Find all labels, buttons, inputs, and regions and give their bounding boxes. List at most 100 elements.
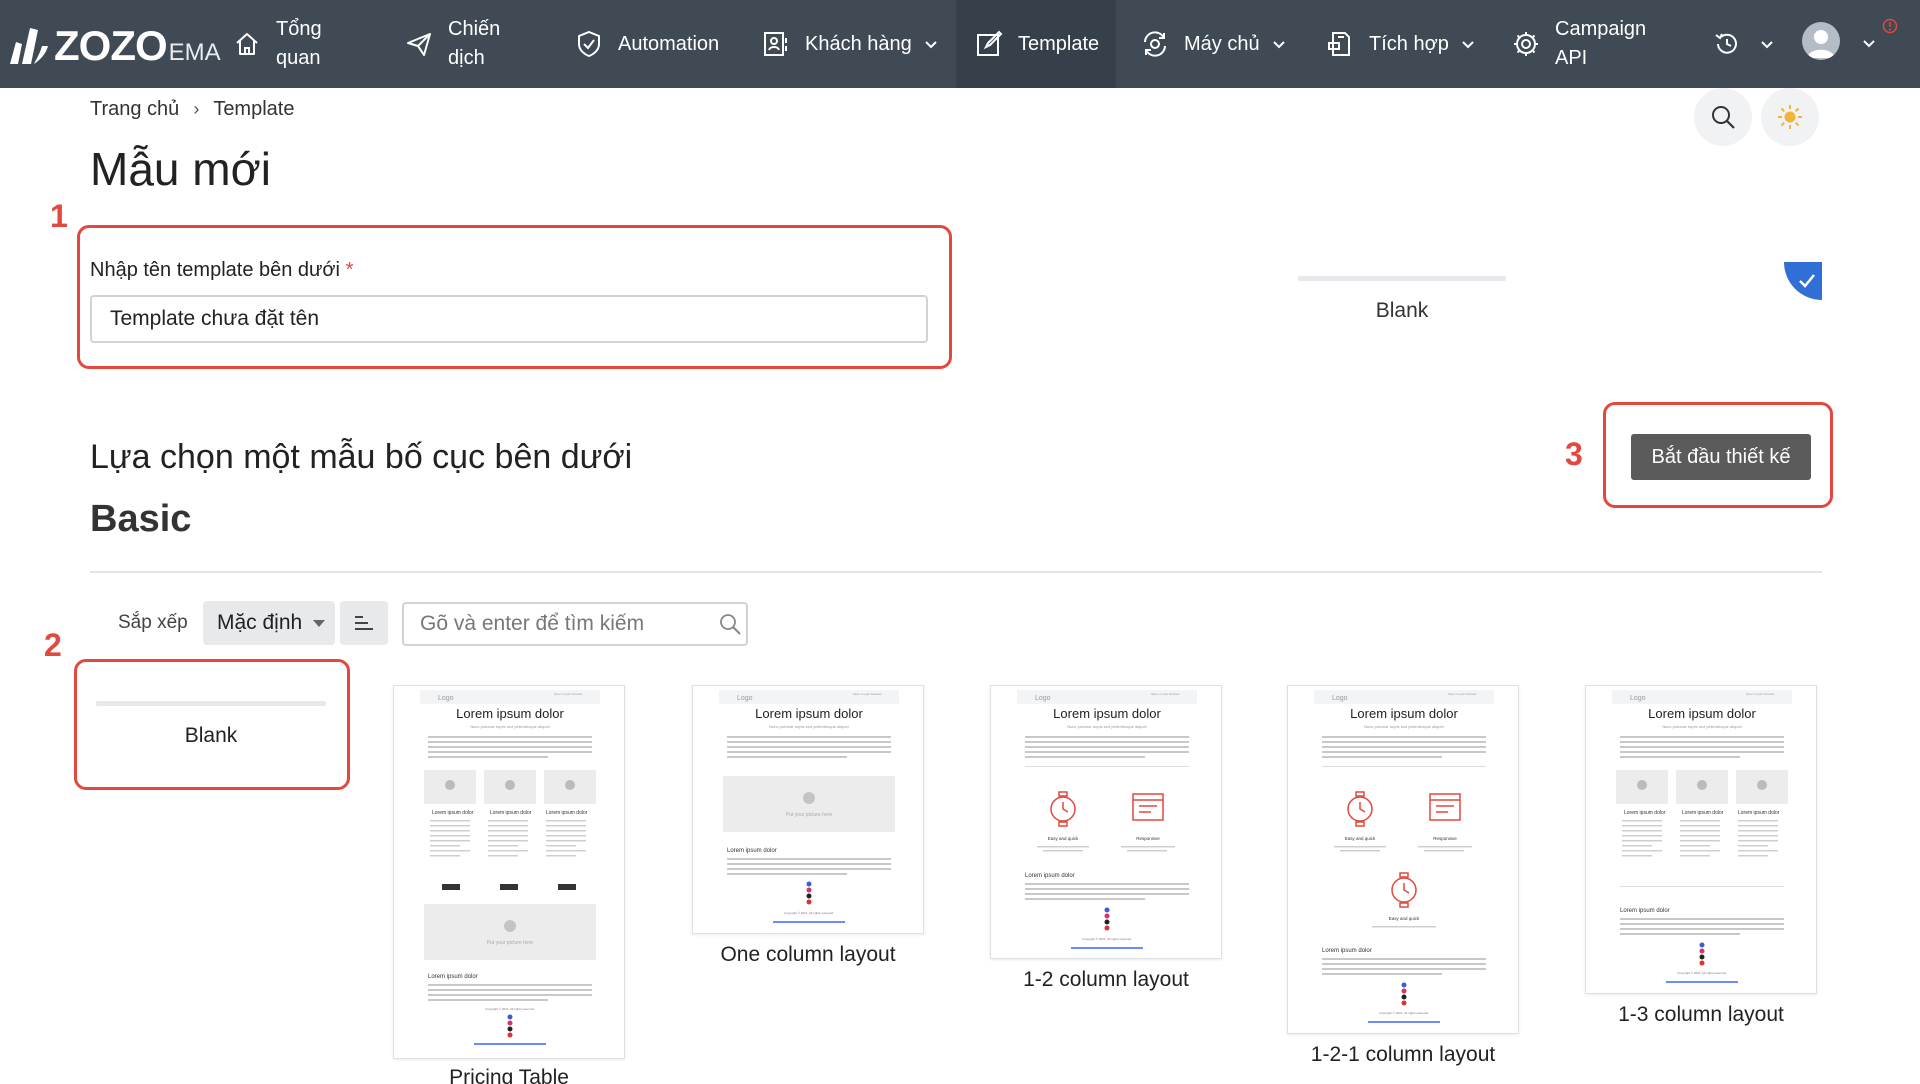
one-column-thumbnail: Logo Open in your browser Lorem ipsum do…: [719, 690, 899, 923]
breadcrumb-home-link[interactable]: Trang chủ: [90, 98, 179, 121]
thumb-copyright: Copyright © 2021, All rights reserved.: [1677, 971, 1727, 975]
blank-template-label[interactable]: Blank: [80, 724, 342, 748]
search-button[interactable]: [1694, 88, 1752, 146]
template-label-one-column[interactable]: One column layout: [692, 943, 924, 967]
nav-label: Chiến dịch: [448, 18, 501, 69]
logo-text: ZOZO: [54, 22, 168, 69]
thumb-easy-text: Easy and quick: [1389, 916, 1420, 921]
nav-item-overview[interactable]: Tổng quan: [232, 0, 322, 88]
thumb-col-title: Lorem ipsum dolor: [1738, 810, 1780, 816]
thumb-col-title: Lorem ipsum dolor: [1322, 948, 1372, 954]
template-card-1-2-column[interactable]: Logo Open in your browser Lorem ipsum do…: [990, 685, 1222, 959]
thumb-col-title: Lorem ipsum dolor: [1624, 810, 1666, 816]
user-icon: [1807, 30, 1835, 58]
template-card-one-column[interactable]: Logo Open in your browser Lorem ipsum do…: [692, 685, 924, 934]
nav-label: Automation: [618, 32, 720, 55]
logo-mark-icon: [10, 28, 48, 64]
sort-order-button[interactable]: [340, 601, 388, 645]
step-number-1: 1: [50, 198, 68, 234]
home-icon: [236, 33, 258, 55]
sort-select[interactable]: Mặc định: [203, 601, 335, 645]
notification-alert-icon[interactable]: [1882, 18, 1898, 34]
thumb-subheading: Nunc pulvinar turpis sed pellentesque al…: [1364, 724, 1444, 729]
nav-item-integrations[interactable]: Tích hợp: [1325, 0, 1475, 88]
thumb-col-title: Lorem ipsum dolor: [490, 810, 532, 816]
search-icon: [1712, 106, 1735, 129]
nav-label: Tích hợp: [1369, 32, 1449, 55]
nav-label: Tổng quan: [276, 18, 322, 69]
nav-item-campaigns[interactable]: Chiến dịch: [404, 0, 500, 88]
thumb-logo-text: Logo: [737, 695, 753, 702]
step-number-2: 2: [44, 627, 62, 663]
chevron-down-icon: [1272, 41, 1285, 49]
thumb-heading: Lorem ipsum dolor: [1350, 706, 1458, 721]
edit-icon: [977, 30, 1003, 56]
page-title: Mẫu mới: [90, 143, 271, 195]
thumb-easy-text: Easy and quick: [1048, 836, 1079, 841]
user-avatar[interactable]: [1802, 22, 1840, 60]
thumb-subheading: Nunc pulvinar turpis sed pellentesque al…: [1067, 724, 1147, 729]
nav-item-campaign-api[interactable]: Campaign API: [1511, 0, 1646, 88]
layout-section-title: Lựa chọn một mẫu bố cục bên dưới: [90, 438, 633, 476]
nav-item-servers[interactable]: Máy chủ: [1140, 0, 1286, 88]
template-card-pricing-table[interactable]: Logo Open in your browser Lorem ipsum do…: [393, 685, 625, 1059]
step-number-3: 3: [1565, 436, 1583, 472]
server-sync-icon: [1144, 31, 1166, 57]
sort-lines-icon: [355, 616, 373, 630]
sort-select-value: Mặc định: [217, 611, 303, 634]
category-title: Basic: [90, 498, 192, 540]
thumb-heading: Lorem ipsum dolor: [456, 706, 564, 721]
history-icon: [1715, 33, 1737, 54]
thumb-open-text: Open in your browser: [1448, 692, 1477, 696]
start-design-button[interactable]: Bắt đầu thiết kế: [1631, 434, 1811, 480]
template-name-label-text: Nhập tên template bên dưới: [90, 259, 340, 281]
template-label-1-2-column[interactable]: 1-2 column layout: [990, 968, 1222, 992]
thumb-picture-text: Put your picture here: [487, 940, 534, 946]
nav-label: Khách hàng: [805, 32, 912, 55]
contacts-icon: [764, 32, 787, 56]
breadcrumb: Trang chủ › Template: [90, 98, 294, 121]
thumb-col-title: Lorem ipsum dolor: [428, 974, 478, 980]
thumb-col-title: Lorem ipsum dolor: [1025, 873, 1075, 879]
template-name-input[interactable]: [90, 295, 928, 343]
thumb-copyright: Copyright © 2021, All rights reserved.: [1379, 1011, 1429, 1015]
nav-item-template[interactable]: Template: [956, 0, 1116, 88]
template-label-pricing-table[interactable]: Pricing Table: [393, 1066, 625, 1084]
history-menu[interactable]: [1712, 0, 1774, 88]
theme-toggle-button[interactable]: [1761, 88, 1819, 146]
template-search-input[interactable]: [402, 602, 748, 646]
pricing-table-thumbnail: Logo Open in your browser Lorem ipsum do…: [420, 690, 600, 1045]
thumb-easy-text: Easy and quick: [1345, 836, 1376, 841]
nav-label: Template: [1018, 32, 1100, 55]
template-card-1-3-column[interactable]: Logo Open in your browser Lorem ipsum do…: [1585, 685, 1817, 994]
selected-template-preview: [1298, 276, 1506, 281]
thumb-heading: Lorem ipsum dolor: [1053, 706, 1161, 721]
chevron-down-icon[interactable]: [1862, 36, 1876, 50]
thumb-open-text: Open in your browser: [1746, 692, 1775, 696]
sun-icon: [1778, 105, 1802, 129]
chevron-down-icon: [1761, 41, 1773, 49]
search-icon[interactable]: [718, 612, 742, 636]
nav-item-automation[interactable]: Automation: [574, 0, 719, 88]
thumb-col-title: Lorem ipsum dolor: [727, 848, 777, 854]
breadcrumb-current: Template: [213, 98, 295, 120]
blank-template-card[interactable]: [96, 701, 326, 706]
logo-subtext: EMA: [168, 39, 221, 66]
api-gear-icon: [1514, 32, 1538, 56]
template-label-1-2-1-column[interactable]: 1-2-1 column layout: [1287, 1043, 1519, 1067]
chevron-down-icon: [925, 41, 937, 49]
template-label-1-3-column[interactable]: 1-3 column layout: [1585, 1003, 1817, 1027]
automation-icon: [578, 30, 600, 58]
thumb-subheading: Nunc pulvinar turpis sed pellentesque al…: [470, 724, 550, 729]
thumb-heading: Lorem ipsum dolor: [1648, 706, 1756, 721]
thumb-subheading: Nunc pulvinar turpis sed pellentesque al…: [1662, 724, 1742, 729]
thumb-heading: Lorem ipsum dolor: [755, 706, 863, 721]
selected-check-icon: [1784, 262, 1822, 300]
nav-item-customers[interactable]: Khách hàng: [761, 0, 938, 88]
one-three-column-thumbnail: Logo Open in your browser Lorem ipsum do…: [1612, 690, 1792, 983]
template-card-1-2-1-column[interactable]: Logo Open in your browser Lorem ipsum do…: [1287, 685, 1519, 1034]
thumb-open-text: Open in your browser: [1151, 692, 1180, 696]
thumb-logo-text: Logo: [1332, 695, 1348, 702]
zozo-ema-logo[interactable]: ZOZO EMA: [6, 18, 221, 68]
thumb-copyright: Copyright © 2021, All rights reserved.: [1082, 937, 1132, 941]
